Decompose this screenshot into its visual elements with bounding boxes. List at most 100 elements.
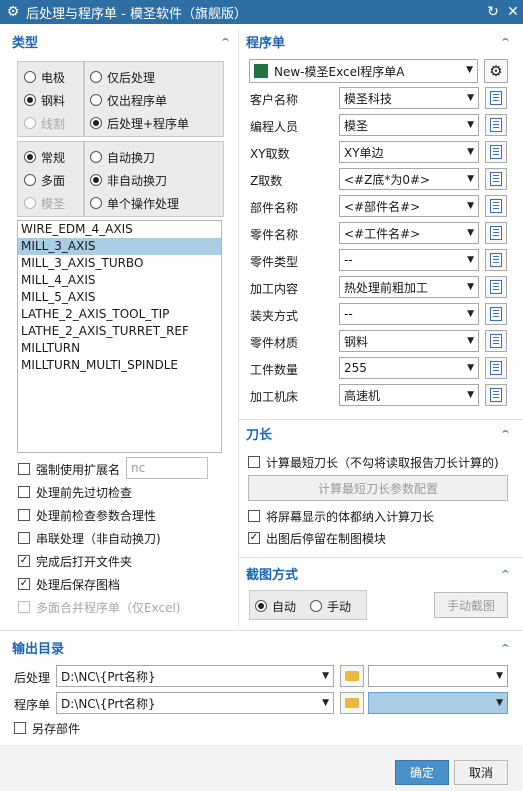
field-value: 模圣科技 bbox=[344, 91, 393, 106]
machine-list-item[interactable]: LATHE_2_AXIS_TURRET_REF bbox=[18, 323, 221, 340]
collapse-chevron-icon[interactable]: ^ bbox=[501, 642, 510, 652]
collapse-chevron-icon[interactable]: ^ bbox=[501, 428, 510, 438]
field-value-select[interactable]: XY单边 ▼ bbox=[339, 141, 479, 163]
sheet-dir-select[interactable]: D:\NC\{Prt名称} ▼ bbox=[56, 692, 334, 714]
ok-button[interactable]: 确定 bbox=[395, 760, 449, 785]
radio-manual-screenshot[interactable]: 手动 bbox=[310, 596, 351, 616]
radio-multi-face[interactable]: 多面 bbox=[24, 170, 65, 190]
field-value: 高速机 bbox=[344, 388, 381, 403]
collapse-chevron-icon[interactable]: ^ bbox=[501, 36, 510, 46]
reset-icon[interactable]: ↻ bbox=[483, 4, 503, 20]
app-gear-icon[interactable]: ⚙ bbox=[0, 4, 26, 20]
calc-shortest-checkbox[interactable]: 计算最短刀长（不勾将读取报告刀长计算的) bbox=[248, 452, 499, 472]
field-list-button[interactable] bbox=[485, 384, 507, 406]
collapse-chevron-icon[interactable]: ^ bbox=[221, 36, 230, 46]
field-list-button[interactable] bbox=[485, 114, 507, 136]
field-list-button[interactable] bbox=[485, 168, 507, 190]
field-list-button[interactable] bbox=[485, 276, 507, 298]
tool-section-header[interactable]: 刀长 ^ bbox=[246, 422, 514, 444]
field-value-select[interactable]: 钢料 ▼ bbox=[339, 330, 479, 352]
machine-list-item[interactable]: LATHE_2_AXIS_TOOL_TIP bbox=[18, 306, 221, 323]
field-list-button[interactable] bbox=[485, 303, 507, 325]
field-value: 255 bbox=[344, 361, 367, 375]
cancel-button[interactable]: 取消 bbox=[454, 760, 508, 785]
field-value: <#工件名#> bbox=[344, 226, 421, 241]
field-value-select[interactable]: 255 ▼ bbox=[339, 357, 479, 379]
radio-auto-screenshot[interactable]: 自动 bbox=[255, 596, 296, 616]
manual-screenshot-button[interactable]: 手动截图 bbox=[434, 592, 508, 618]
machine-listbox[interactable]: WIRE_EDM_4_AXIS MILL_3_AXIS MILL_3_AXIS_TU… bbox=[17, 220, 222, 453]
radio-post-and-sheet[interactable]: 后处理+程序单 bbox=[90, 113, 189, 133]
collapse-chevron-icon[interactable]: ^ bbox=[501, 568, 510, 578]
field-list-button[interactable] bbox=[485, 195, 507, 217]
field-list-button[interactable] bbox=[485, 141, 507, 163]
field-value-select[interactable]: 高速机 ▼ bbox=[339, 384, 479, 406]
machine-list-item[interactable]: MILLTURN bbox=[18, 340, 221, 357]
radio-single-operation[interactable]: 单个操作处理 bbox=[90, 193, 179, 213]
radio-sheet-only[interactable]: 仅出程序单 bbox=[90, 90, 167, 110]
machine-list-item[interactable]: MILL_3_AXIS_TURBO bbox=[18, 255, 221, 272]
field-value: <#Z底*为0#> bbox=[344, 172, 431, 187]
field-value-select[interactable]: 热处理前粗加工 ▼ bbox=[339, 276, 479, 298]
post-extra-select[interactable]: ▼ bbox=[368, 665, 508, 687]
field-value-select[interactable]: <#部件名#> ▼ bbox=[339, 195, 479, 217]
output-section-header[interactable]: 输出目录 ^ bbox=[12, 636, 514, 658]
param-check-option[interactable]: 处理前检查参数合理性 bbox=[18, 505, 156, 525]
serial-process-option[interactable]: 串联处理（非自动换刀) bbox=[18, 528, 161, 548]
radio-auto-toolchange[interactable]: 自动换刀 bbox=[90, 147, 155, 167]
machine-list-item[interactable]: MILL_3_AXIS bbox=[18, 238, 221, 255]
section-divider bbox=[239, 419, 523, 420]
field-list-button[interactable] bbox=[485, 330, 507, 352]
browse-sheet-dir-button[interactable] bbox=[340, 692, 364, 714]
machine-list-item[interactable]: MILL_5_AXIS bbox=[18, 289, 221, 306]
include-bodies-checkbox[interactable]: 将屏幕显示的体都纳入计算刀长 bbox=[248, 506, 434, 526]
field-value-select[interactable]: -- ▼ bbox=[339, 303, 479, 325]
chevron-down-icon: ▼ bbox=[467, 174, 474, 184]
type-section-header[interactable]: 类型 ^ bbox=[12, 30, 234, 52]
field-label: 零件材质 bbox=[250, 336, 299, 350]
field-list-button[interactable] bbox=[485, 222, 507, 244]
template-settings-button[interactable]: ⚙ bbox=[484, 59, 508, 83]
merge-sheets-option[interactable]: 多面合并程序单（仅Excel) bbox=[18, 597, 180, 617]
machine-list-item[interactable]: WIRE_EDM_4_AXIS bbox=[18, 221, 221, 238]
sheet-extra-select[interactable]: ▼ bbox=[368, 692, 508, 714]
program-section-header[interactable]: 程序单 ^ bbox=[246, 30, 514, 52]
machine-list-item[interactable]: MILL_4_AXIS bbox=[18, 272, 221, 289]
radio-electrode[interactable]: 电极 bbox=[24, 67, 65, 87]
machine-list-item[interactable]: MILLTURN_MULTI_SPINDLE bbox=[18, 357, 221, 374]
field-value-select[interactable]: <#Z底*为0#> ▼ bbox=[339, 168, 479, 190]
radio-non-auto-toolchange[interactable]: 非自动换刀 bbox=[90, 170, 167, 190]
open-folder-option[interactable]: ✓ 完成后打开文件夹 bbox=[18, 551, 132, 571]
radio-wire-cut[interactable]: 线割 bbox=[24, 113, 65, 133]
list-icon bbox=[490, 91, 502, 105]
extension-input[interactable]: nc bbox=[126, 457, 208, 479]
checkbox-box[interactable] bbox=[18, 463, 30, 475]
radio-steel[interactable]: 钢料 bbox=[24, 90, 65, 110]
field-label: 加工内容 bbox=[250, 282, 299, 296]
field-label: Z取数 bbox=[250, 174, 283, 188]
radio-mosheng[interactable]: 模圣 bbox=[24, 193, 65, 213]
screenshot-section-header[interactable]: 截图方式 ^ bbox=[246, 562, 514, 584]
field-value-select[interactable]: -- ▼ bbox=[339, 249, 479, 271]
overcut-check-option[interactable]: 处理前先过切检查 bbox=[18, 482, 132, 502]
field-list-button[interactable] bbox=[485, 87, 507, 109]
field-list-button[interactable] bbox=[485, 249, 507, 271]
tool-config-button[interactable]: 计算最短刀长参数配置 bbox=[248, 475, 508, 501]
browse-post-dir-button[interactable] bbox=[340, 665, 364, 687]
field-value-select[interactable]: <#工件名#> ▼ bbox=[339, 222, 479, 244]
template-select[interactable]: New-模圣Excel程序单A ▼ bbox=[249, 59, 478, 83]
field-list-button[interactable] bbox=[485, 357, 507, 379]
section-divider bbox=[239, 557, 523, 558]
window-title: 后处理与程序单 - 模圣软件（旗舰版） bbox=[26, 6, 247, 22]
field-value-select[interactable]: 模圣 ▼ bbox=[339, 114, 479, 136]
gear-icon: ⚙ bbox=[489, 62, 503, 80]
radio-post-only[interactable]: 仅后处理 bbox=[90, 67, 155, 87]
field-value-select[interactable]: 模圣科技 ▼ bbox=[339, 87, 479, 109]
force-ext-checkbox[interactable]: 强制使用扩展名 bbox=[18, 459, 120, 479]
close-icon[interactable]: ✕ bbox=[503, 4, 523, 20]
stay-drafting-checkbox[interactable]: ✓ 出图后停留在制图模块 bbox=[248, 528, 386, 548]
radio-normal[interactable]: 常规 bbox=[24, 147, 65, 167]
post-dir-select[interactable]: D:\NC\{Prt名称} ▼ bbox=[56, 665, 334, 687]
save-drawing-option[interactable]: ✓ 处理后保存图档 bbox=[18, 574, 120, 594]
save-part-checkbox[interactable]: 另存部件 bbox=[14, 718, 80, 738]
